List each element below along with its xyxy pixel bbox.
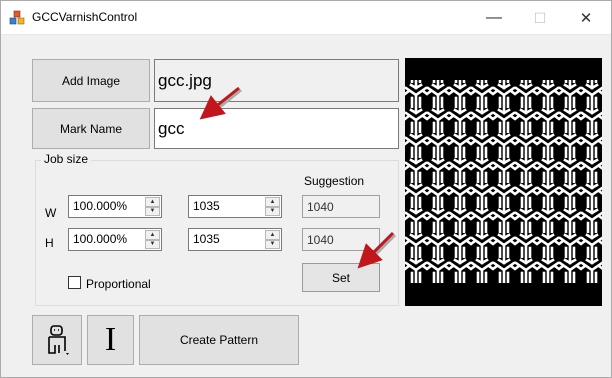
height-suggestion-field: 1040 <box>302 228 380 251</box>
app-window: GCCVarnishControl — ☐ ✕ Add Image gcc.jp… <box>0 0 612 378</box>
text-cursor-button[interactable]: I <box>87 315 134 365</box>
width-percent-up-arrow[interactable]: ▲ <box>145 197 160 207</box>
height-percent-up-arrow[interactable]: ▲ <box>145 230 160 240</box>
text-cursor-icon: I <box>104 321 117 358</box>
image-file-field: gcc.jpg <box>154 59 399 102</box>
close-button[interactable]: ✕ <box>563 1 609 35</box>
width-value-down-arrow[interactable]: ▼ <box>265 206 280 216</box>
app-cubes-icon <box>9 10 25 25</box>
mark-name-input[interactable]: gcc <box>154 108 399 149</box>
title-bar: GCCVarnishControl — ☐ ✕ <box>1 1 611 35</box>
mark-name-button[interactable]: Mark Name <box>32 108 150 149</box>
width-value-up-arrow[interactable]: ▲ <box>265 197 280 207</box>
pattern-tile-area <box>405 80 602 283</box>
height-value-down-arrow[interactable]: ▼ <box>265 239 280 249</box>
window-title: GCCVarnishControl <box>32 10 138 24</box>
height-value: 1035 <box>193 232 220 246</box>
width-percent-value: 100.000% <box>73 199 128 213</box>
person-dropdown-icon <box>48 325 69 355</box>
suggestion-label: Suggestion <box>304 174 365 188</box>
person-tool-button[interactable] <box>32 315 82 365</box>
maximize-button[interactable]: ☐ <box>517 1 563 35</box>
job-size-label: Job size <box>41 152 92 166</box>
add-image-button[interactable]: Add Image <box>32 59 150 102</box>
width-value-spinner[interactable]: 1035 ▲ ▼ <box>188 195 282 218</box>
width-percent-down-arrow[interactable]: ▼ <box>145 206 160 216</box>
width-label: W <box>45 206 57 220</box>
height-percent-spinner[interactable]: 100.000% ▲ ▼ <box>68 228 162 251</box>
width-value: 1035 <box>193 199 220 213</box>
minimize-button[interactable]: — <box>471 1 517 35</box>
proportional-label: Proportional <box>86 277 151 291</box>
height-label: H <box>45 236 54 250</box>
height-value-up-arrow[interactable]: ▲ <box>265 230 280 240</box>
set-button[interactable]: Set <box>302 263 380 292</box>
proportional-checkbox[interactable] <box>68 276 81 289</box>
width-suggestion-field: 1040 <box>302 195 380 218</box>
height-percent-value: 100.000% <box>73 232 128 246</box>
create-pattern-button[interactable]: Create Pattern <box>139 315 299 365</box>
width-percent-spinner[interactable]: 100.000% ▲ ▼ <box>68 195 162 218</box>
pattern-preview-image <box>405 58 602 306</box>
height-percent-down-arrow[interactable]: ▼ <box>145 239 160 249</box>
height-value-spinner[interactable]: 1035 ▲ ▼ <box>188 228 282 251</box>
